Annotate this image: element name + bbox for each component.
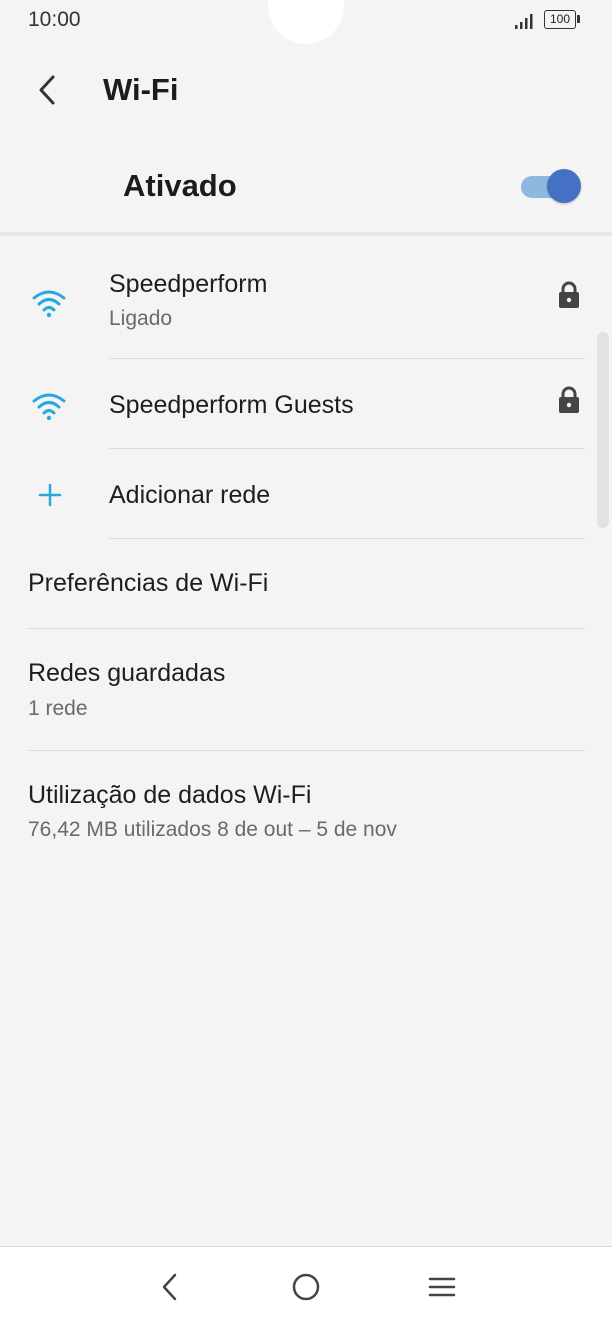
nav-home-icon[interactable] <box>286 1267 326 1307</box>
nav-menu-icon[interactable] <box>422 1267 462 1307</box>
signal-bars-icon <box>515 14 533 29</box>
plus-icon <box>38 483 62 507</box>
wifi-icon <box>32 290 66 318</box>
nav-back-icon[interactable] <box>150 1267 190 1307</box>
status-time: 10:00 <box>28 8 81 31</box>
network-row-speedperform-guests[interactable]: Speedperform Guests <box>0 359 612 448</box>
wifi-master-toggle-row[interactable]: Ativado <box>0 150 612 230</box>
battery-tip <box>577 15 580 23</box>
wifi-data-usage-row[interactable]: Utilização de dados Wi-Fi 76,42 MB utili… <box>0 751 612 861</box>
app-bar: Wi-Fi <box>0 52 612 130</box>
wifi-toggle-label: Ativado <box>123 168 237 203</box>
toggle-thumb <box>547 169 581 203</box>
navigation-bar <box>0 1246 612 1328</box>
status-bar: 10:00 100 <box>0 0 612 44</box>
add-network-row[interactable]: Adicionar rede <box>0 449 612 538</box>
wifi-toggle-switch[interactable] <box>519 166 583 204</box>
lock-icon <box>559 386 579 413</box>
camera-notch <box>268 0 344 44</box>
add-network-label: Adicionar rede <box>109 481 271 509</box>
network-row-speedperform[interactable]: Speedperform Ligado <box>0 258 612 358</box>
pref-title: Preferências de Wi-Fi <box>28 569 269 597</box>
battery-indicator: 100 <box>544 10 576 29</box>
section-divider <box>0 232 612 236</box>
wifi-icon <box>32 393 66 421</box>
pref-subtitle: 76,42 MB utilizados 8 de out – 5 de nov <box>28 818 397 841</box>
scrollbar[interactable] <box>597 332 609 528</box>
pref-title: Utilização de dados Wi-Fi <box>28 781 312 809</box>
battery-level: 100 <box>549 12 571 26</box>
saved-networks-row[interactable]: Redes guardadas 1 rede <box>0 629 612 750</box>
wifi-preferences-row[interactable]: Preferências de Wi-Fi <box>0 539 612 628</box>
network-status: Ligado <box>109 307 173 330</box>
network-name: Speedperform Guests <box>109 391 354 419</box>
pref-title: Redes guardadas <box>28 659 226 687</box>
back-arrow-icon[interactable] <box>30 72 66 108</box>
lock-icon <box>559 281 579 308</box>
network-name: Speedperform <box>109 270 268 298</box>
page-title: Wi-Fi <box>103 72 179 107</box>
pref-subtitle: 1 rede <box>28 697 88 720</box>
